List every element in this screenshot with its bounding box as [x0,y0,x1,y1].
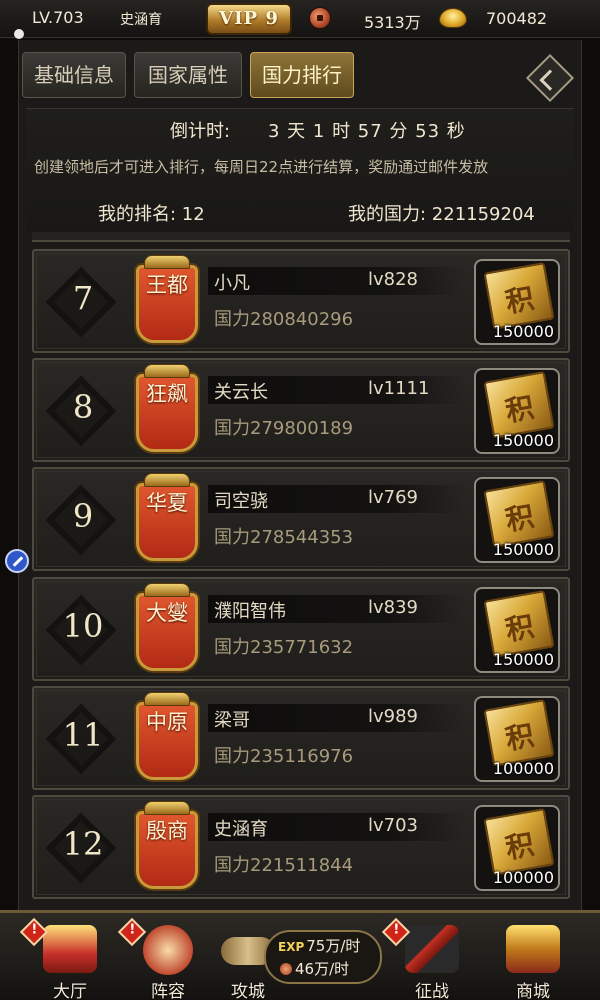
ranking-notice: 创建领地后才可进入排行，每周日22点进行结算，奖励通过邮件发放 [34,158,489,176]
nation-name: 华夏 [146,491,188,515]
nav-siege-label: 攻城 [231,982,265,1000]
ranking-row[interactable]: 7 王都 小凡 lv828 国力280840296 积 150000 [32,249,570,353]
reward-slot[interactable]: 积 150000 [474,259,560,345]
ranking-list[interactable]: 7 王都 小凡 lv828 国力280840296 积 150000 8 狂飙 关… [32,240,570,900]
sword-icon [405,925,459,973]
reward-slot[interactable]: 积 150000 [474,477,560,563]
exp-rate: EXP 75万/时 [278,935,360,956]
exp-tag: EXP [278,940,305,954]
countdown-timer: 3 天 1 时 57 分 53 秒 [268,121,466,142]
rank-number: 8 [72,388,94,426]
nation-name: 中原 [146,710,188,734]
rank-number: 10 [62,607,104,645]
nav-campaign-label: 征战 [415,982,449,1000]
player-level: lv769 [368,487,419,508]
reward-slot[interactable]: 积 100000 [474,805,560,891]
nation-name: 殷商 [146,819,188,843]
palace-icon [43,925,97,973]
player-name: 小凡 [214,273,250,294]
player-level: lv839 [368,597,419,618]
reward-amount: 100000 [492,759,554,778]
rank-number: 7 [72,279,94,317]
points-scroll-icon: 积 [483,808,555,876]
player-power: 国力278544353 [214,527,354,548]
reward-slot[interactable]: 积 150000 [474,587,560,673]
nav-shop[interactable]: 商城 [486,913,580,1000]
tab-nation-attributes[interactable]: 国家属性 [134,52,242,98]
nation-banner: 狂飙 [130,364,204,458]
ranking-row[interactable]: 10 大燮 濮阳智伟 lv839 国力235771632 积 150000 [32,577,570,681]
nation-banner: 大燮 [130,583,204,677]
nav-formation-label: 阵容 [151,982,185,1000]
points-scroll-icon: 积 [483,262,555,330]
pencil-icon[interactable] [5,549,29,573]
player-name: 梁哥 [214,710,250,731]
points-scroll-icon: 积 [483,480,555,548]
nation-banner: 王都 [130,255,204,349]
reward-slot[interactable]: 积 100000 [474,696,560,782]
ranking-row[interactable]: 8 狂飙 关云长 lv1111 国力279800189 积 150000 [32,358,570,462]
copper-coin-icon [309,7,331,29]
my-rank: 我的排名: 12 [98,204,205,225]
coin-balance: 5313万 [364,13,421,32]
nation-banner: 华夏 [130,473,204,567]
player-power: 国力221511844 [214,855,354,876]
points-scroll-icon: 积 [483,699,555,767]
nation-name: 狂飙 [146,382,188,406]
rank-number: 12 [62,825,104,863]
nation-name: 大燮 [146,601,188,625]
gold-ingot-icon [439,8,467,28]
player-level: lv989 [368,706,419,727]
ranking-row[interactable]: 11 中原 梁哥 lv989 国力235116976 积 100000 [32,686,570,790]
reward-slot[interactable]: 积 150000 [474,368,560,454]
player-level: lv703 [368,815,419,836]
player-power: 国力279800189 [214,418,354,439]
tab-power-ranking[interactable]: 国力排行 [250,52,354,98]
floating-dot[interactable] [14,29,24,39]
player-level: LV.703 [32,8,84,27]
points-scroll-icon: 积 [483,371,555,439]
team-seal-icon [143,925,193,975]
player-name: 关云长 [214,382,268,403]
reward-amount: 100000 [492,868,554,887]
ranking-row[interactable]: 9 华夏 司空骁 lv769 国力278544353 积 150000 [32,467,570,571]
reward-amount: 150000 [492,431,554,450]
nation-name: 王都 [146,273,188,297]
player-name: 濮阳智伟 [214,601,286,622]
rank-number: 11 [62,716,104,754]
exp-rate-value: 75万/时 [306,937,361,955]
treasure-chest-icon [506,925,560,973]
vip-badge[interactable]: VIP 9 [206,3,292,35]
player-name: 司空骁 [214,491,268,512]
points-scroll-icon: 积 [483,590,555,658]
player-level: lv1111 [368,378,430,399]
reward-amount: 150000 [492,322,554,341]
player-name: 史涵育 [214,819,268,840]
nav-hall-label: 大厅 [53,982,87,1000]
player-power: 国力235116976 [214,746,354,767]
reward-amount: 150000 [492,650,554,669]
player-power: 国力280840296 [214,309,354,330]
tab-basic-info[interactable]: 基础信息 [22,52,126,98]
rank-number: 9 [72,497,94,535]
reward-amount: 150000 [492,540,554,559]
player-level: lv828 [368,269,419,290]
countdown-label: 倒计时: [170,121,231,142]
coin-icon [280,963,292,975]
my-power: 我的国力: 221159204 [348,204,535,225]
ranking-row[interactable]: 12 殷商 史涵育 lv703 国力221511844 积 100000 [32,795,570,899]
player-power: 国力235771632 [214,637,354,658]
nation-banner: 殷商 [130,801,204,895]
player-name: 史涵育 [120,12,162,28]
ingot-balance: 700482 [486,9,548,28]
coin-rate: 46万/时 [280,958,349,979]
nation-banner: 中原 [130,692,204,786]
coin-rate-value: 46万/时 [295,960,350,978]
top-status-bar: LV.703 史涵育 VIP 9 5313万 700482 [0,0,600,38]
nav-shop-label: 商城 [516,982,550,1000]
